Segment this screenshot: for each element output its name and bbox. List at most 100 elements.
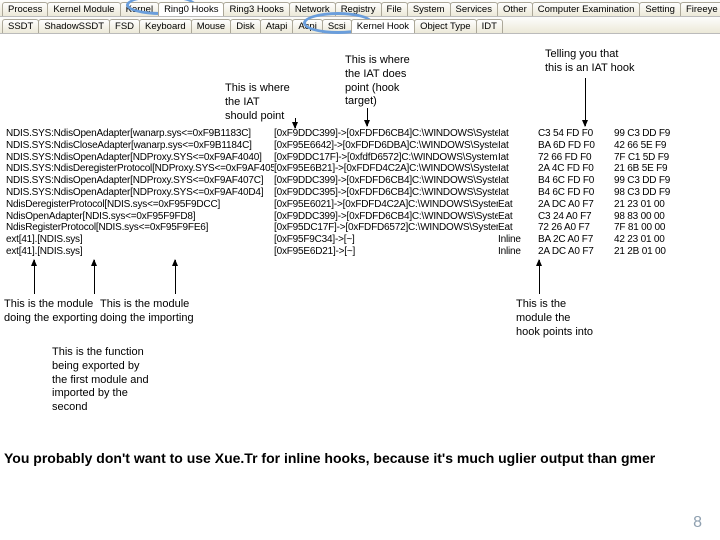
arrow-mod-import <box>175 260 176 294</box>
tab-kernel-hook[interactable]: Kernel Hook <box>351 19 415 33</box>
table-row: NDIS.SYS:NdisDeregisterProtocol[NDProxy.… <box>6 163 690 175</box>
cell-c2: Iat <box>498 187 538 199</box>
cell-c0: NDIS.SYS:NdisOpenAdapter[NDProxy.SYS<=0x… <box>6 175 274 187</box>
cell-c2: Eat <box>498 211 538 223</box>
cell-c2: Iat <box>498 152 538 164</box>
tab-ring0-hooks[interactable]: Ring0 Hooks <box>158 2 224 16</box>
annot-mod-import: This is the module doing the importing <box>100 298 194 326</box>
cell-c4: 98 C3 DD F9 <box>614 187 690 199</box>
arrow-iat-should <box>295 118 296 128</box>
cell-c4: 7F C1 5D F9 <box>614 152 690 164</box>
cell-c3: 2A DC A0 F7 <box>538 199 614 211</box>
page-number: 8 <box>693 514 702 532</box>
annot-hook-points: This is the module the hook points into <box>516 298 593 339</box>
cell-c0: NDIS.SYS:NdisOpenAdapter[NDProxy.SYS<=0x… <box>6 152 274 164</box>
table-row: NDIS.SYS:NdisOpenAdapter[NDProxy.SYS<=0x… <box>6 175 690 187</box>
tab-shadowssdt[interactable]: ShadowSSDT <box>38 19 110 33</box>
annot-iat-should: This is where the IAT should point <box>225 82 290 123</box>
cell-c2: Inline <box>498 234 538 246</box>
cell-c3: 72 66 FD F0 <box>538 152 614 164</box>
arrow-mod-export <box>34 260 35 294</box>
cell-c1: [0xF9DDC399]->[0xFDFD6CB4]C:\WINDOWS\Sys… <box>274 175 498 187</box>
tab-idt[interactable]: IDT <box>476 19 503 33</box>
tab-fireeye[interactable]: Fireeye <box>680 2 720 16</box>
cell-c4: 42 23 01 00 <box>614 234 690 246</box>
tab-registry[interactable]: Registry <box>335 2 382 16</box>
cell-c2: Iat <box>498 128 538 140</box>
tab-network[interactable]: Network <box>289 2 336 16</box>
table-row: NdisDeregisterProtocol[NDIS.sys<=0xF95F9… <box>6 199 690 211</box>
cell-c4: 99 C3 DD F9 <box>614 175 690 187</box>
tab-services[interactable]: Services <box>450 2 498 16</box>
cell-c2: Eat <box>498 222 538 234</box>
table-row: NDIS.SYS:NdisOpenAdapter[NDProxy.SYS<=0x… <box>6 187 690 199</box>
tab-file[interactable]: File <box>381 2 408 16</box>
table-row: NdisOpenAdapter[NDIS.sys<=0xF95F9FD8][0x… <box>6 211 690 223</box>
table-row: NDIS.SYS:NdisCloseAdapter[wanarp.sys<=0x… <box>6 140 690 152</box>
cell-c3: 2A DC A0 F7 <box>538 246 614 258</box>
tab-acpi[interactable]: Acpi <box>292 19 322 33</box>
tab-fsd[interactable]: FSD <box>109 19 140 33</box>
cell-c3: B4 6C FD F0 <box>538 175 614 187</box>
cell-c0: NDIS.SYS:NdisCloseAdapter[wanarp.sys<=0x… <box>6 140 274 152</box>
cell-c0: NdisOpenAdapter[NDIS.sys<=0xF95F9FD8] <box>6 211 274 223</box>
cell-c3: BA 6D FD F0 <box>538 140 614 152</box>
cell-c4: 21 2B 01 00 <box>614 246 690 258</box>
cell-c4: 7F 81 00 00 <box>614 222 690 234</box>
table-row: NdisRegisterProtocol[NDIS.sys<=0xF95F9FE… <box>6 222 690 234</box>
cell-c0: NdisDeregisterProtocol[NDIS.sys<=0xF95F9… <box>6 199 274 211</box>
cell-c0: ext[41].[NDIS.sys] <box>6 246 274 258</box>
cell-c1: [0xF9DDC395]->[0xFDFD6CB4]C:\WINDOWS\Sys… <box>274 187 498 199</box>
tab-ssdt[interactable]: SSDT <box>2 19 39 33</box>
tab-keyboard[interactable]: Keyboard <box>139 19 192 33</box>
cell-c4: 42 66 5E F9 <box>614 140 690 152</box>
cell-c1: [0xF95E6D21]->[~] <box>274 246 498 258</box>
cell-c2: Eat <box>498 199 538 211</box>
tab-setting[interactable]: Setting <box>639 2 681 16</box>
cell-c2: Iat <box>498 163 538 175</box>
tab-kernel-module[interactable]: Kernel Module <box>47 2 120 16</box>
cell-c4: 98 83 00 00 <box>614 211 690 223</box>
tab-other[interactable]: Other <box>497 2 533 16</box>
cell-c1: [0xF95F9C34]->[~] <box>274 234 498 246</box>
cell-c2: Inline <box>498 246 538 258</box>
cell-c0: NDIS.SYS:NdisDeregisterProtocol[NDProxy.… <box>6 163 274 175</box>
annot-iat-target: This is where the IAT does point (hook t… <box>345 54 410 109</box>
tabs-row-1: ProcessKernel ModuleKernelRing0 HooksRin… <box>0 0 720 17</box>
cell-c0: NDIS.SYS:NdisOpenAdapter[wanarp.sys<=0xF… <box>6 128 274 140</box>
cell-c3: B4 6C FD F0 <box>538 187 614 199</box>
tab-scsi[interactable]: Scsi <box>322 19 352 33</box>
cell-c1: [0xF9DDC399]->[0xFDFD6CB4]C:\WINDOWS\Sys… <box>274 128 498 140</box>
tab-object-type[interactable]: Object Type <box>414 19 477 33</box>
arrow-iat-target <box>367 108 368 126</box>
tab-disk[interactable]: Disk <box>230 19 260 33</box>
tab-kernel[interactable]: Kernel <box>120 2 159 16</box>
arrow-hook-points <box>539 260 540 294</box>
cell-c3: C3 24 A0 F7 <box>538 211 614 223</box>
annot-iat-type: Telling you that this is an IAT hook <box>545 48 634 76</box>
tab-mouse[interactable]: Mouse <box>191 19 232 33</box>
cell-c4: 21 23 01 00 <box>614 199 690 211</box>
cell-c1: [0xF95DC17F]->[0xFDFD6572]C:\WINDOWS\Sys… <box>274 222 498 234</box>
arrow-iat-type <box>585 78 586 126</box>
tabs-row-2: SSDTShadowSSDTFSDKeyboardMouseDiskAtapiA… <box>0 17 720 34</box>
tab-computer-examination[interactable]: Computer Examination <box>532 2 641 16</box>
arrow-sep1 <box>94 260 95 294</box>
tab-system[interactable]: System <box>407 2 451 16</box>
tab-process[interactable]: Process <box>2 2 48 16</box>
cell-c3: 72 26 A0 F7 <box>538 222 614 234</box>
tab-atapi[interactable]: Atapi <box>260 19 294 33</box>
cell-c2: Iat <box>498 140 538 152</box>
cell-c0: ext[41].[NDIS.sys] <box>6 234 274 246</box>
tab-ring3-hooks[interactable]: Ring3 Hooks <box>223 2 289 16</box>
cell-c1: [0xF9DDC399]->[0xFDFD6CB4]C:\WINDOWS\Sys… <box>274 211 498 223</box>
cell-c4: 21 6B 5E F9 <box>614 163 690 175</box>
cell-c3: C3 54 FD F0 <box>538 128 614 140</box>
table-row: NDIS.SYS:NdisOpenAdapter[NDProxy.SYS<=0x… <box>6 152 690 164</box>
cell-c1: [0xF9DDC17F]->[0xfdfD6572]C:\WINDOWS\Sys… <box>274 152 498 164</box>
cell-c2: Iat <box>498 175 538 187</box>
table-row: ext[41].[NDIS.sys][0xF95F9C34]->[~]Inlin… <box>6 234 690 246</box>
table-row: ext[41].[NDIS.sys][0xF95E6D21]->[~]Inlin… <box>6 246 690 258</box>
annot-func-export: This is the function being exported by t… <box>52 346 149 415</box>
cell-c1: [0xF95E6B21]->[0xFDFD4C2A]C:\WINDOWS\Sys… <box>274 163 498 175</box>
